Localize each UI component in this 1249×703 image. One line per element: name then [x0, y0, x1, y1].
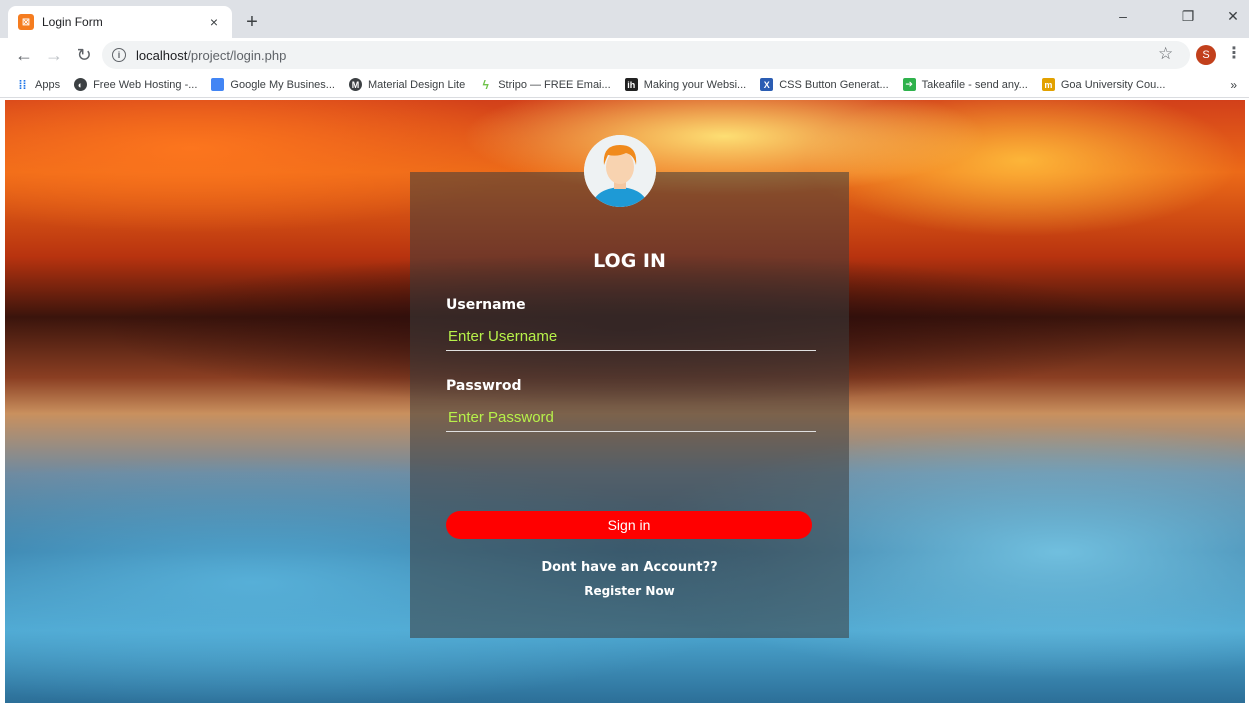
apps-grid-icon: ⁞⁞ [18, 77, 27, 92]
back-arrow-icon[interactable]: ← [12, 43, 36, 67]
globe-icon: ◐ [74, 78, 88, 91]
bookmark-takeafile[interactable]: ➔ Takeafile - send any... [902, 78, 1028, 91]
tab-close-icon[interactable]: × [206, 14, 222, 30]
password-label: Passwrod [446, 378, 522, 394]
forward-arrow-icon[interactable]: → [42, 43, 66, 67]
bookmark-label: Takeafile - send any... [921, 78, 1028, 91]
sign-in-button[interactable]: Sign in [446, 511, 812, 539]
bookmark-label: Google My Busines... [230, 78, 335, 91]
bookmark-css-button-generator[interactable]: X CSS Button Generat... [760, 78, 889, 91]
bookmark-star-icon[interactable]: ☆ [1158, 44, 1173, 64]
ih-icon: ih [624, 78, 638, 91]
info-icon[interactable]: i [112, 48, 126, 62]
minimize-button[interactable]: – [1108, 8, 1138, 24]
goa-university-icon: m [1041, 78, 1055, 91]
bookmarks-overflow-icon[interactable]: » [1230, 78, 1237, 92]
bookmark-label: CSS Button Generat... [779, 78, 889, 91]
bookmark-google-my-business[interactable]: Google My Busines... [211, 78, 335, 91]
tab-login-form[interactable]: ⊠ Login Form × [8, 6, 232, 38]
no-account-text: Dont have an Account?? [541, 560, 718, 575]
bookmark-material-design-lite[interactable]: M Material Design Lite [348, 78, 466, 91]
bookmark-label: Apps [35, 78, 61, 91]
password-input[interactable] [446, 404, 816, 432]
username-input[interactable] [446, 323, 816, 351]
username-label: Username [446, 297, 526, 313]
mdl-icon: M [348, 78, 362, 91]
login-page: LOG IN Username Passwrod Sign in Dont ha… [5, 100, 1245, 703]
tab-title: Login Form [42, 15, 103, 29]
bookmark-apps[interactable]: ⁞⁞ Apps [16, 77, 61, 92]
browser-toolbar: ← → ↻ i localhost /project/login.php ☆ S… [0, 38, 1249, 72]
url-host: localhost [136, 47, 188, 63]
user-avatar-icon [584, 135, 656, 207]
menu-kebab-icon[interactable]: ⋮ [1226, 43, 1242, 63]
bookmark-making-your-website[interactable]: ih Making your Websi... [624, 78, 747, 91]
tab-strip: ⊠ Login Form × + – ❐ ✕ [0, 0, 1249, 38]
stripo-icon: ϟ [482, 77, 489, 92]
bookmark-label: Free Web Hosting -... [93, 78, 198, 91]
bookmark-stripo[interactable]: ϟ Stripo — FREE Emai... [479, 77, 611, 92]
page-title: LOG IN [593, 250, 666, 272]
new-tab-button[interactable]: + [240, 10, 264, 34]
google-my-business-icon [211, 78, 225, 91]
css-x-icon: X [760, 78, 774, 91]
reload-icon[interactable]: ↻ [72, 43, 96, 67]
restore-button[interactable]: ❐ [1173, 8, 1203, 25]
bookmark-label: Goa University Cou... [1060, 78, 1166, 91]
profile-avatar[interactable]: S [1196, 45, 1216, 65]
xampp-favicon-icon: ⊠ [18, 14, 34, 30]
bookmark-label: Material Design Lite [367, 78, 466, 91]
bookmark-free-web-hosting[interactable]: ◐ Free Web Hosting -... [74, 78, 197, 91]
bookmarks-bar: ⁞⁞ Apps ◐ Free Web Hosting -... Google M… [0, 72, 1249, 98]
url-path: /project/login.php [187, 47, 287, 63]
bookmark-goa-university[interactable]: m Goa University Cou... [1041, 78, 1166, 91]
bookmark-label: Stripo — FREE Emai... [498, 78, 611, 91]
address-bar[interactable]: i localhost /project/login.php [102, 41, 1190, 69]
close-window-button[interactable]: ✕ [1218, 8, 1248, 25]
takeafile-icon: ➔ [902, 78, 916, 91]
bookmark-label: Making your Websi... [643, 78, 747, 91]
register-link[interactable]: Register Now [410, 584, 849, 598]
browser-chrome: ⊠ Login Form × + – ❐ ✕ ← → ↻ i localhost… [0, 0, 1249, 100]
